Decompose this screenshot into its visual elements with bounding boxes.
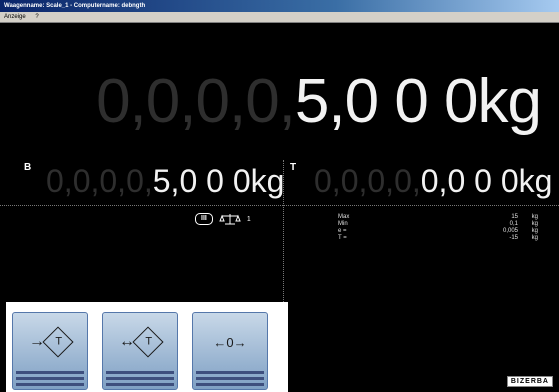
window-title: Waagenname: Scale_1 - Computername: debn… [4, 3, 146, 9]
metrology-table: Max 15 kg Min 0,1 kg e = 0,005 kg T = -1… [338, 214, 538, 242]
bizerba-logo: BIZERBA [506, 376, 553, 387]
tare-button[interactable]: → T [12, 312, 88, 390]
main-weight-display: 0,0,0,0,5,0 0 0kg [0, 23, 559, 155]
tara-panel: T 0,0,0,0,0,0 0 0kg [286, 155, 559, 205]
menu-bar: Anzeige ? [0, 12, 559, 23]
metrology-row-max: Max 15 kg [338, 214, 538, 221]
metrology-label: e = [338, 228, 347, 234]
clear-tare-button[interactable]: ↔ T [102, 312, 178, 390]
brutto-value: 0,0,0,0,5,0 0 0kg [46, 165, 284, 197]
window-title-bar: Waagenname: Scale_1 - Computername: debn… [0, 0, 559, 12]
tara-label: T [290, 162, 297, 173]
metrology-value: 15 [511, 214, 518, 220]
tara-number: 0,0 0 0 [420, 163, 519, 199]
brutto-panel: B 0,0,0,0,5,0 0 0kg [0, 155, 284, 205]
zero-button[interactable]: ←0→ [192, 312, 268, 390]
scale-range-icon [219, 214, 241, 225]
metrology-label: Min [338, 221, 348, 227]
metrology-unit: kg [531, 221, 538, 227]
zero-symbol: ←0→ [213, 335, 247, 350]
brutto-unit: kg [250, 163, 285, 199]
metrology-unit: kg [531, 235, 538, 241]
metrology-value: 0,005 [502, 228, 518, 234]
clear-tare-icon: ↔ T [103, 326, 177, 358]
zero-icon: ←0→ [193, 335, 267, 350]
metrology-row-t: T = -15 kg [338, 235, 538, 242]
tara-value: 0,0,0,0,0,0 0 0kg [314, 165, 552, 197]
tara-ghost-digits: 0,0,0,0, [314, 163, 421, 199]
accuracy-info: III 1 [195, 213, 251, 225]
menu-item-anzeige[interactable]: Anzeige [4, 14, 26, 20]
function-keypad: → T ↔ T ←0→ [6, 302, 288, 392]
menu-item-help[interactable]: ? [35, 14, 38, 20]
brutto-label: B [24, 162, 32, 173]
metrology-unit: kg [531, 214, 538, 220]
metrology-label: Max [338, 214, 350, 220]
metrology-row-min: Min 0,1 kg [338, 221, 538, 228]
metrology-unit: kg [531, 228, 538, 234]
metrology-value: -15 [509, 235, 518, 241]
horizontal-divider [0, 205, 559, 206]
metrology-row-e: e = 0,005 kg [338, 228, 538, 235]
range-number: 1 [246, 215, 251, 223]
metrology-value: 0,1 [509, 221, 518, 227]
tare-symbol: T [55, 335, 63, 348]
tare-icon: → T [13, 326, 87, 358]
metrology-label: T = [338, 235, 347, 241]
main-weight-unit: kg [477, 67, 542, 136]
brutto-number: 5,0 0 0 [152, 163, 251, 199]
main-weight-number: 5,0 0 0 [294, 67, 479, 136]
main-weight-value: 0,0,0,0,5,0 0 0kg [96, 71, 542, 133]
tare-symbol: T [145, 335, 153, 348]
main-ghost-digits: 0,0,0,0, [96, 67, 296, 136]
brutto-ghost-digits: 0,0,0,0, [46, 163, 153, 199]
accuracy-class-badge: III [195, 213, 213, 225]
tara-unit: kg [518, 163, 553, 199]
